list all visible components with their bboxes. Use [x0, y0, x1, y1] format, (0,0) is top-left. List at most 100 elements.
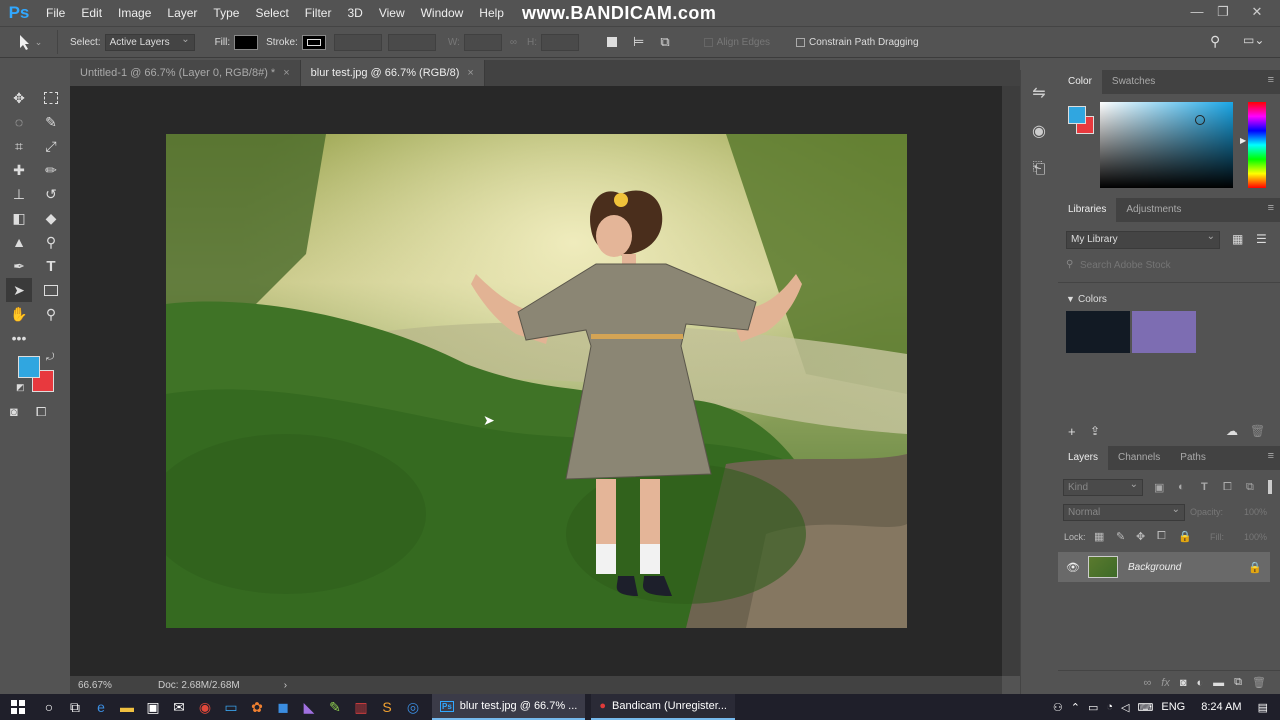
select-dropdown[interactable]: Active Layers: [104, 32, 195, 51]
lock-position-icon[interactable]: ✥: [1136, 530, 1145, 543]
layer-style-icon[interactable]: fx: [1161, 677, 1170, 689]
tab-layers[interactable]: Layers: [1058, 446, 1109, 470]
panel-menu-icon[interactable]: ≡: [1268, 450, 1274, 462]
minimize-button[interactable]: —: [1184, 2, 1210, 22]
menu-image[interactable]: Image: [110, 0, 159, 26]
fill-swatch[interactable]: [234, 34, 259, 50]
zoom-tool-icon[interactable]: ⚲: [38, 302, 64, 326]
healing-brush-tool-icon[interactable]: ✚: [6, 158, 32, 182]
creative-cloud-icon[interactable]: ☁: [1226, 424, 1238, 438]
notepad-icon[interactable]: ✎: [322, 694, 348, 720]
monitor-app-icon[interactable]: ▭: [218, 694, 244, 720]
visual-studio-icon[interactable]: ◣: [296, 694, 322, 720]
keyboard-icon[interactable]: ⌨: [1138, 701, 1154, 714]
align-edges-checkbox[interactable]: [703, 37, 713, 47]
link-layers-icon[interactable]: ∞: [1143, 677, 1151, 689]
filter-pixel-icon[interactable]: ▣: [1154, 481, 1164, 494]
upload-icon[interactable]: ⇪: [1090, 424, 1100, 438]
link-icon[interactable]: ∞: [510, 37, 517, 48]
grid-view-icon[interactable]: ▦: [1232, 232, 1243, 246]
volume-icon[interactable]: ◁: [1121, 701, 1129, 714]
tab-channels[interactable]: Channels: [1108, 446, 1170, 470]
hue-slider-handle[interactable]: ▶: [1240, 136, 1246, 145]
task-view-icon[interactable]: ⧉: [62, 694, 88, 720]
stroke-type-dropdown[interactable]: [387, 33, 436, 51]
lock-artboard-icon[interactable]: ⧠: [1157, 530, 1166, 543]
foreground-color-swatch[interactable]: [18, 356, 40, 378]
filter-type-icon[interactable]: T: [1201, 481, 1208, 493]
eyedropper-tool-icon[interactable]: ⤢: [38, 134, 64, 158]
menu-view[interactable]: View: [371, 0, 413, 26]
stroke-swatch[interactable]: [301, 34, 326, 50]
crop-tool-icon[interactable]: ⌗: [6, 134, 32, 158]
paint-bucket-tool-icon[interactable]: ◆: [38, 206, 64, 230]
vertical-scrollbar[interactable]: [1002, 86, 1020, 676]
chrome-icon[interactable]: ◉: [192, 694, 218, 720]
rectangle-tool-icon[interactable]: [38, 278, 64, 302]
stroke-width-field[interactable]: [333, 33, 382, 51]
default-colors-icon[interactable]: ◩: [16, 382, 25, 393]
battery-icon[interactable]: ▭: [1088, 701, 1098, 714]
hue-slider[interactable]: [1248, 102, 1266, 188]
filter-smart-object-icon[interactable]: ⧉: [1246, 481, 1254, 494]
document-image[interactable]: [166, 134, 907, 628]
width-field[interactable]: [463, 33, 502, 51]
language-indicator[interactable]: ENG: [1161, 701, 1185, 713]
lock-transparency-icon[interactable]: ▦: [1094, 530, 1104, 543]
edge-icon[interactable]: e: [88, 694, 114, 720]
move-tool-icon[interactable]: ✥: [6, 86, 32, 110]
delete-layer-icon[interactable]: 🗑: [1252, 676, 1266, 689]
panel-menu-icon[interactable]: ≡: [1268, 202, 1274, 214]
menu-3d[interactable]: 3D: [339, 0, 370, 26]
path-alignment-icon[interactable]: ⊨: [633, 34, 644, 50]
mail-icon[interactable]: ✉: [166, 694, 192, 720]
add-asset-icon[interactable]: +: [1068, 424, 1076, 439]
filter-shape-icon[interactable]: ⧠: [1223, 481, 1232, 494]
type-tool-icon[interactable]: T: [38, 254, 64, 278]
close-tab-icon[interactable]: ×: [283, 67, 289, 79]
store-icon[interactable]: ▣: [140, 694, 166, 720]
notifications-icon[interactable]: ▤: [1258, 701, 1268, 714]
history-panel-icon[interactable]: ⇋: [1021, 74, 1057, 112]
tab-adjustments[interactable]: Adjustments: [1116, 198, 1191, 222]
quick-mask-icon[interactable]: ◙: [10, 404, 18, 420]
menu-layer[interactable]: Layer: [159, 0, 205, 26]
taskbar-photoshop[interactable]: Ps blur test.jpg @ 66.7% ...: [432, 694, 586, 720]
menu-help[interactable]: Help: [471, 0, 512, 26]
tab-libraries[interactable]: Libraries: [1058, 198, 1117, 222]
tab-paths[interactable]: Paths: [1170, 446, 1216, 470]
restore-button[interactable]: ❐: [1210, 2, 1236, 22]
brush-tool-icon[interactable]: ✏: [38, 158, 64, 182]
panel-menu-icon[interactable]: ≡: [1268, 74, 1274, 86]
search-icon[interactable]: ⚲: [1210, 33, 1220, 50]
path-operations-icon[interactable]: [607, 37, 618, 47]
dodge-tool-icon[interactable]: ⚲: [38, 230, 64, 254]
tab-untitled-1[interactable]: Untitled-1 @ 66.7% (Layer 0, RGB/8#) * ×: [70, 60, 301, 86]
app-icon-2[interactable]: ▥: [348, 694, 374, 720]
sublime-icon[interactable]: S: [374, 694, 400, 720]
add-mask-icon[interactable]: ◙: [1180, 677, 1187, 689]
filter-kind-dropdown[interactable]: Kind: [1063, 477, 1143, 496]
lock-all-icon[interactable]: 🔒: [1178, 530, 1192, 543]
list-view-icon[interactable]: ☰: [1256, 232, 1267, 246]
app-icon-3[interactable]: ◎: [400, 694, 426, 720]
visibility-eye-icon[interactable]: 👁: [1066, 561, 1080, 574]
blur-tool-icon[interactable]: ▲: [6, 230, 32, 254]
menu-edit[interactable]: Edit: [73, 0, 110, 26]
color-field[interactable]: [1100, 102, 1233, 188]
more-tools-icon[interactable]: •••: [6, 326, 32, 350]
library-dropdown[interactable]: My Library: [1066, 229, 1220, 249]
trash-icon[interactable]: 🗑: [1250, 424, 1265, 438]
new-group-icon[interactable]: ▬: [1213, 677, 1224, 689]
filter-toggle[interactable]: [1268, 480, 1272, 494]
app-icon-1[interactable]: ◼: [270, 694, 296, 720]
cortana-icon[interactable]: ○: [36, 694, 62, 720]
people-icon[interactable]: ⚇: [1053, 701, 1063, 714]
menu-select[interactable]: Select: [247, 0, 296, 26]
blend-mode-dropdown[interactable]: Normal: [1063, 502, 1185, 521]
color-fg-swatch[interactable]: [1068, 106, 1086, 124]
file-explorer-icon[interactable]: ▬: [114, 694, 140, 720]
close-tab-icon[interactable]: ×: [467, 67, 473, 79]
color-picker-handle[interactable]: [1195, 115, 1205, 125]
opacity-value[interactable]: 100%: [1244, 507, 1267, 517]
